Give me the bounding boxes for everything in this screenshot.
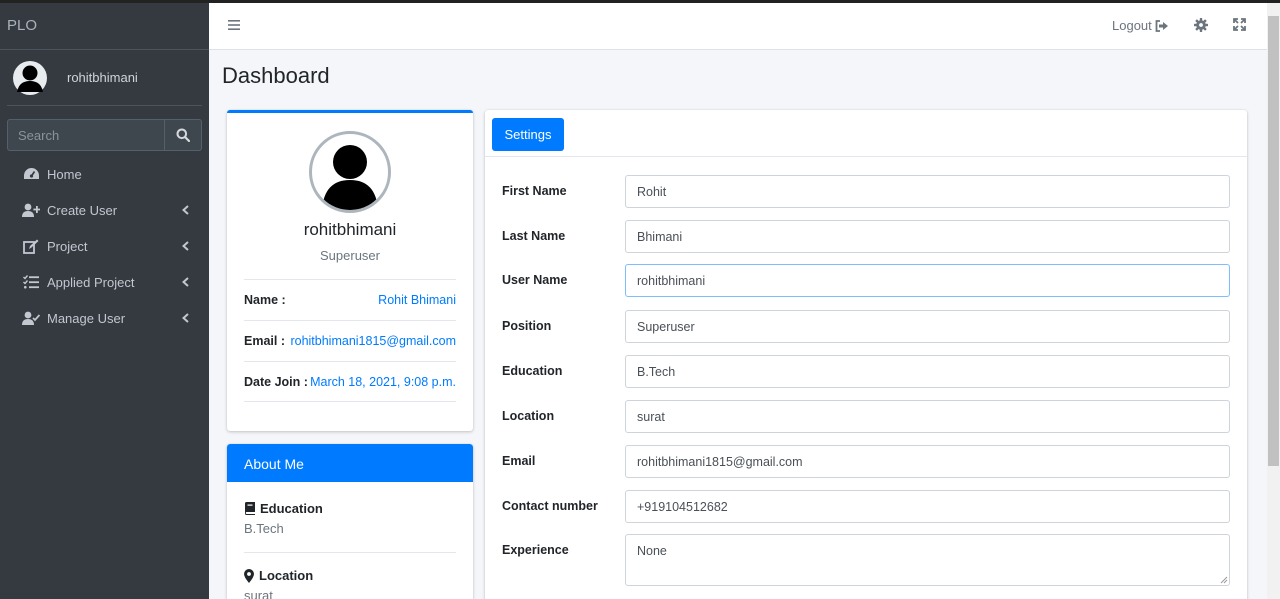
field-label: Contact number	[502, 499, 598, 513]
sidebar: PLO rohitbhimani Home Create User	[0, 0, 209, 599]
profile-row-date-join: Date Join : March 18, 2021, 9:08 p.m.	[244, 361, 456, 402]
profile-role: Superuser	[320, 248, 380, 263]
scrollbar-thumb[interactable]	[1268, 16, 1279, 466]
field-label: First Name	[502, 184, 567, 198]
location-label: Location	[259, 568, 314, 583]
about-me-title: About Me	[227, 444, 473, 482]
field-label: Experience	[502, 543, 569, 557]
profile-card: rohitbhimani Superuser Name : Rohit Bhim…	[227, 110, 473, 431]
location-field[interactable]	[625, 400, 1230, 433]
user-avatar-icon	[322, 145, 378, 210]
contact-number-field[interactable]	[625, 490, 1230, 523]
user-avatar-icon	[13, 60, 47, 95]
user-plus-icon	[22, 203, 40, 217]
sidebar-item-label: Home	[47, 166, 82, 182]
field-label: Education	[502, 364, 563, 378]
page-title: Dashboard	[222, 63, 330, 88]
first-name-field[interactable]	[625, 175, 1230, 208]
sidebar-item-label: Applied Project	[47, 274, 135, 290]
user-check-icon	[22, 311, 40, 325]
form-row-contact-number: Contact number	[502, 490, 1230, 523]
form-row-user-name: User Name	[502, 264, 1230, 297]
sidebar-item-label: Create User	[47, 202, 118, 218]
chevron-left-icon	[182, 277, 189, 287]
field-label: User Name	[502, 273, 568, 287]
position-field[interactable]	[625, 310, 1230, 343]
expand-icon[interactable]	[1233, 18, 1246, 31]
field-label: Email	[502, 454, 536, 468]
book-icon	[245, 502, 255, 515]
sidebar-item-manage-user[interactable]: Manage User	[0, 300, 209, 336]
form-row-position: Position	[502, 310, 1230, 343]
form-row-location: Location	[502, 400, 1230, 433]
tab-settings[interactable]: Settings	[492, 118, 564, 151]
sidebar-item-project[interactable]: Project	[0, 228, 209, 264]
tachometer-icon	[23, 168, 39, 179]
chevron-left-icon	[182, 205, 189, 215]
sidebar-username: rohitbhimani	[67, 70, 138, 85]
chevron-left-icon	[182, 313, 189, 323]
tasks-icon	[23, 275, 39, 289]
window-top-strip	[0, 0, 1280, 3]
profile-avatar	[309, 131, 391, 213]
sidebar-item-label: Manage User	[47, 310, 126, 326]
profile-name: rohitbhimani	[303, 220, 397, 239]
education-field[interactable]	[625, 355, 1230, 388]
top-navbar: Logout	[209, 3, 1267, 50]
form-row-last-name: Last Name	[502, 220, 1230, 253]
logout-label: Logout	[1112, 18, 1152, 33]
gear-icon[interactable]	[1194, 18, 1208, 32]
profile-row-email: Email : rohitbhimani1815@gmail.com	[244, 320, 456, 361]
education-value: B.Tech	[244, 521, 284, 536]
sidebar-nav: Home Create User Project Applied Project…	[0, 156, 209, 336]
about-education: Education B.Tech	[244, 501, 456, 536]
form-row-first-name: First Name	[502, 175, 1230, 208]
search-input[interactable]	[7, 119, 164, 151]
chevron-left-icon	[182, 241, 189, 251]
search-icon	[176, 128, 190, 142]
education-label: Education	[260, 501, 323, 516]
logout-link[interactable]: Logout	[1112, 18, 1169, 33]
profile-row-label: Name :	[244, 293, 286, 307]
settings-card: Settings First Name Last Name User Name …	[485, 110, 1247, 599]
form-row-email: Email	[502, 445, 1230, 478]
resize-handle-icon[interactable]	[1220, 576, 1228, 584]
brand-logo[interactable]: PLO	[0, 0, 209, 50]
profile-row-value[interactable]: rohitbhimani1815@gmail.com	[290, 334, 456, 348]
sidebar-item-create-user[interactable]: Create User	[0, 192, 209, 228]
profile-row-label: Email :	[244, 334, 285, 348]
field-label: Last Name	[502, 229, 566, 243]
form-row-education: Education	[502, 355, 1230, 388]
location-value: surat	[244, 588, 273, 599]
user-name-field[interactable]	[625, 264, 1230, 297]
sign-out-icon	[1155, 19, 1168, 32]
email-field[interactable]	[625, 445, 1230, 478]
last-name-field[interactable]	[625, 220, 1230, 253]
sidebar-item-label: Project	[47, 238, 88, 254]
form-row-experience: Experience None	[502, 534, 1230, 586]
hamburger-menu-icon[interactable]	[228, 19, 240, 31]
profile-row-label: Date Join :	[244, 374, 308, 389]
sidebar-search	[7, 119, 202, 151]
about-me-card: About Me Education B.Tech Location surat	[227, 444, 473, 599]
profile-row-value[interactable]: Rohit Bhimani	[378, 293, 456, 307]
field-label: Location	[502, 409, 555, 423]
sidebar-item-home[interactable]: Home	[0, 156, 209, 192]
about-location: Location surat	[244, 568, 456, 599]
user-panel[interactable]: rohitbhimani	[7, 50, 202, 106]
experience-field[interactable]: None	[625, 534, 1230, 586]
edit-icon	[23, 239, 39, 254]
field-label: Position	[502, 319, 552, 333]
sidebar-item-applied-project[interactable]: Applied Project	[0, 264, 209, 300]
profile-details-list: Name : Rohit Bhimani Email : rohitbhiman…	[244, 279, 456, 402]
settings-card-header: Settings	[485, 110, 1247, 157]
divider	[244, 552, 456, 553]
map-marker-icon	[244, 568, 254, 583]
profile-row-value[interactable]: March 18, 2021, 9:08 p.m.	[310, 375, 456, 389]
profile-row-name: Name : Rohit Bhimani	[244, 279, 456, 320]
search-button[interactable]	[164, 119, 202, 151]
